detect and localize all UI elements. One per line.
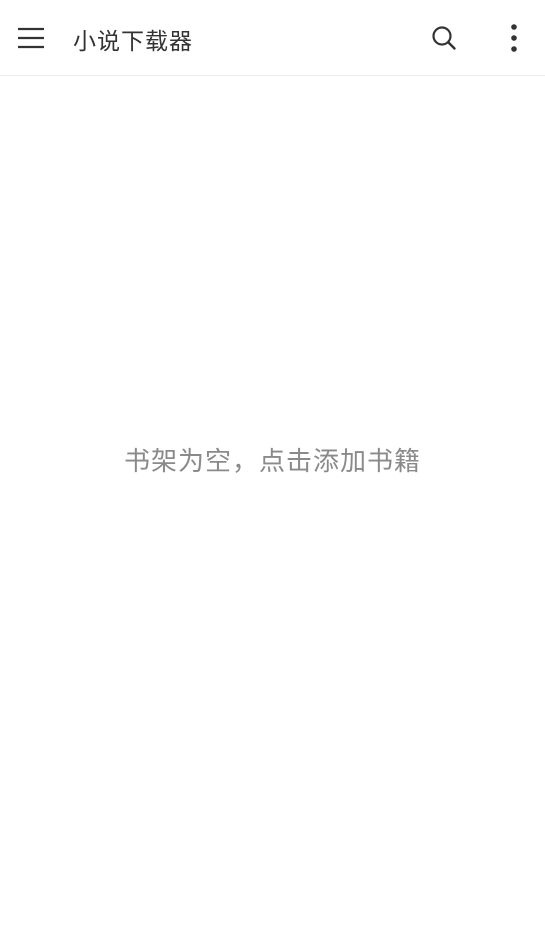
search-icon — [432, 26, 456, 50]
more-options-button[interactable] — [490, 14, 538, 62]
app-title: 小说下载器 — [73, 29, 193, 55]
bookshelf-area: 书架为空，点击添加书籍 — [0, 76, 545, 950]
app-root: 小说下载器 书架为空，点击添加书籍 — [0, 0, 545, 950]
menu-button[interactable] — [7, 14, 55, 62]
empty-bookshelf-message[interactable]: 书架为空，点击添加书籍 — [0, 442, 545, 482]
more-vertical-icon — [511, 24, 517, 52]
search-button[interactable] — [420, 14, 468, 62]
top-app-bar: 小说下载器 — [0, 0, 545, 76]
hamburger-menu-icon — [18, 27, 44, 49]
